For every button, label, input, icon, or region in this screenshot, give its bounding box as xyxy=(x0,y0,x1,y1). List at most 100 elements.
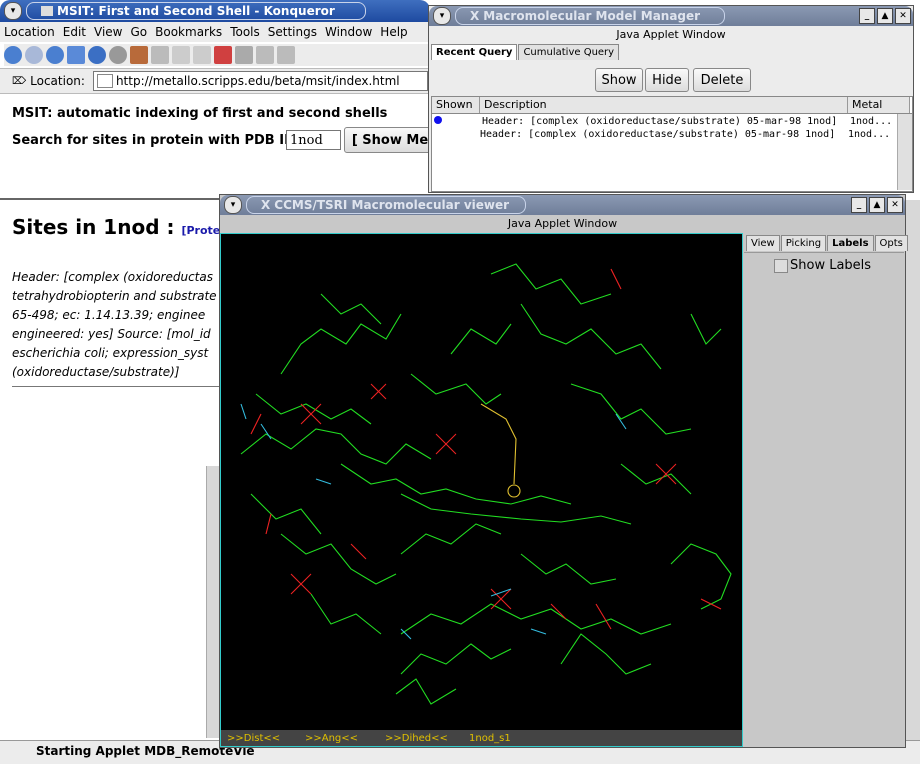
menu-bookmarks[interactable]: Bookmarks xyxy=(155,25,222,39)
menu-view[interactable]: View xyxy=(94,25,122,39)
maximize-icon[interactable]: ▲ xyxy=(877,8,893,24)
distance-readout[interactable]: >>Dist<< xyxy=(227,733,305,744)
forward-icon[interactable] xyxy=(25,46,43,64)
site-favicon xyxy=(96,74,113,88)
shown-indicator[interactable] xyxy=(432,129,480,142)
molecule-structure[interactable] xyxy=(221,234,742,730)
menu-window[interactable]: Window xyxy=(325,25,372,39)
konqueror-title: MSIT: First and Second Shell - Konqueror xyxy=(57,4,335,18)
show-button[interactable]: Show xyxy=(595,68,643,92)
header-text: Header: [complex (oxidoreductas tetrahyd… xyxy=(12,268,217,382)
menu-location[interactable]: Location xyxy=(4,25,55,39)
close-icon[interactable]: ✕ xyxy=(887,197,903,213)
column-metal[interactable]: Metal xyxy=(848,97,910,113)
shown-indicator[interactable] xyxy=(432,116,482,129)
back-icon[interactable] xyxy=(4,46,22,64)
tab-opts[interactable]: Opts xyxy=(874,235,908,251)
menu-go[interactable]: Go xyxy=(131,25,148,39)
minimize-icon[interactable]: _ xyxy=(851,197,867,213)
search-label: Search for sites in protein with PDB ID: xyxy=(12,133,301,148)
manager-titlebar[interactable]: ▾ X Macromolecular Model Manager _ ▲ ✕ xyxy=(429,6,913,26)
home-icon[interactable] xyxy=(67,46,85,64)
tab-cumulative-query[interactable]: Cumulative Query xyxy=(518,44,620,60)
molecule-canvas[interactable]: >>Dist<< >>Ang<< >>Dihed<< 1nod_s1 xyxy=(220,233,743,747)
window-menu-icon[interactable]: ▾ xyxy=(224,196,242,214)
maximize-icon[interactable]: ▲ xyxy=(869,197,885,213)
konqueror-right-scrollbar[interactable] xyxy=(904,200,920,740)
menu-edit[interactable]: Edit xyxy=(63,25,86,39)
table-header: Shown Description Metal xyxy=(432,97,912,114)
column-description[interactable]: Description xyxy=(480,97,848,113)
konqueror-toolbar xyxy=(4,44,430,66)
security-icon[interactable] xyxy=(235,46,253,64)
model-manager-window: ▾ X Macromolecular Model Manager _ ▲ ✕ J… xyxy=(428,5,914,193)
find-icon[interactable] xyxy=(277,46,295,64)
bookmark-icon[interactable] xyxy=(130,46,148,64)
konqueror-app-icon xyxy=(41,6,53,16)
header-line: escherichia coli; expression_syst xyxy=(12,346,209,360)
manager-title-pill: X Macromolecular Model Manager xyxy=(455,7,725,25)
print-icon[interactable] xyxy=(256,46,274,64)
results-table: Shown Description Metal Header: [complex… xyxy=(431,96,913,192)
show-labels-checkbox[interactable] xyxy=(774,258,788,273)
clear-location-icon[interactable]: ⌦ xyxy=(12,76,26,87)
row-description: Header: [complex (oxidoreductase/substra… xyxy=(480,129,836,140)
cut-icon[interactable] xyxy=(151,46,169,64)
model-name: 1nod_s1 xyxy=(469,732,511,744)
hide-button[interactable]: Hide xyxy=(645,68,689,92)
konqueror-title-pill: MSIT: First and Second Shell - Konqueror xyxy=(26,2,366,20)
pdb-id-input[interactable]: 1nod xyxy=(286,130,341,150)
table-scrollbar[interactable] xyxy=(897,114,912,190)
angle-readout[interactable]: >>Ang<< xyxy=(305,733,385,744)
header-line: engineered: yes] Source: [mol_id xyxy=(12,327,211,341)
heading-separator xyxy=(0,198,220,200)
close-icon[interactable]: ✕ xyxy=(895,8,911,24)
menu-settings[interactable]: Settings xyxy=(268,25,317,39)
sites-title: Sites in 1nod : [Protein e xyxy=(12,215,243,239)
tab-recent-query[interactable]: Recent Query xyxy=(431,44,518,60)
fullscreen-icon[interactable] xyxy=(214,46,232,64)
labels-panel: Show Labels xyxy=(744,252,904,747)
manager-tabs: Recent Query Cumulative Query xyxy=(431,44,620,60)
window-menu-icon[interactable]: ▾ xyxy=(4,2,22,20)
viewer-window-buttons: _ ▲ ✕ xyxy=(851,197,905,213)
sites-title-text: Sites in 1nod : xyxy=(12,215,175,239)
location-label: Location: xyxy=(30,74,85,88)
paste-icon[interactable] xyxy=(193,46,211,64)
copy-icon[interactable] xyxy=(172,46,190,64)
dihedral-readout[interactable]: >>Dihed<< xyxy=(385,733,469,744)
row-metal: 1nod... xyxy=(848,129,891,140)
show-me-button[interactable]: [ Show Me xyxy=(344,127,436,153)
url-field[interactable]: http://metallo.scripps.edu/beta/msit/ind… xyxy=(92,71,428,91)
delete-button[interactable]: Delete xyxy=(693,68,751,92)
table-row[interactable]: Header: [complex (oxidoreductase/substra… xyxy=(432,116,912,129)
header-line: (oxidoreductase/substrate)] xyxy=(12,365,180,379)
viewer-window: ▾ X CCMS/TSRI Macromolecular viewer _ ▲ … xyxy=(219,194,909,748)
row-metal: 1nod... xyxy=(850,116,893,127)
reload-icon[interactable] xyxy=(88,46,106,64)
page-heading: MSIT: automatic indexing of first and se… xyxy=(12,106,388,121)
viewer-tabs: View Picking Labels Opts xyxy=(746,235,909,251)
table-row[interactable]: Header: [complex (oxidoreductase/substra… xyxy=(432,129,912,142)
viewer-titlebar[interactable]: ▾ X CCMS/TSRI Macromolecular viewer _ ▲ … xyxy=(220,195,905,215)
stop-icon[interactable] xyxy=(109,46,127,64)
window-menu-icon[interactable]: ▾ xyxy=(433,7,451,25)
minimize-icon[interactable]: _ xyxy=(859,8,875,24)
konqueror-menubar: Location Edit View Go Bookmarks Tools Se… xyxy=(0,22,430,42)
tab-view[interactable]: View xyxy=(746,235,780,251)
menu-tools[interactable]: Tools xyxy=(230,25,260,39)
column-shown[interactable]: Shown xyxy=(432,97,480,113)
manager-title: Macromolecular Model Manager xyxy=(483,9,701,23)
konqueror-titlebar[interactable]: ▾ MSIT: First and Second Shell - Konquer… xyxy=(0,0,430,22)
show-labels-option[interactable]: Show Labels xyxy=(774,258,904,273)
viewer-status-bar: >>Dist<< >>Ang<< >>Dihed<< 1nod_s1 xyxy=(221,730,742,746)
viewer-title: CCMS/TSRI Macromolecular viewer xyxy=(274,198,510,212)
url-text: http://metallo.scripps.edu/beta/msit/ind… xyxy=(115,74,400,88)
up-icon[interactable] xyxy=(46,46,64,64)
row-description: Header: [complex (oxidoreductase/substra… xyxy=(482,116,838,127)
manager-window-buttons: _ ▲ ✕ xyxy=(859,8,913,24)
tab-picking[interactable]: Picking xyxy=(780,235,827,251)
menu-help[interactable]: Help xyxy=(380,25,407,39)
tab-labels[interactable]: Labels xyxy=(827,235,874,251)
x-app-icon: X xyxy=(470,9,480,23)
